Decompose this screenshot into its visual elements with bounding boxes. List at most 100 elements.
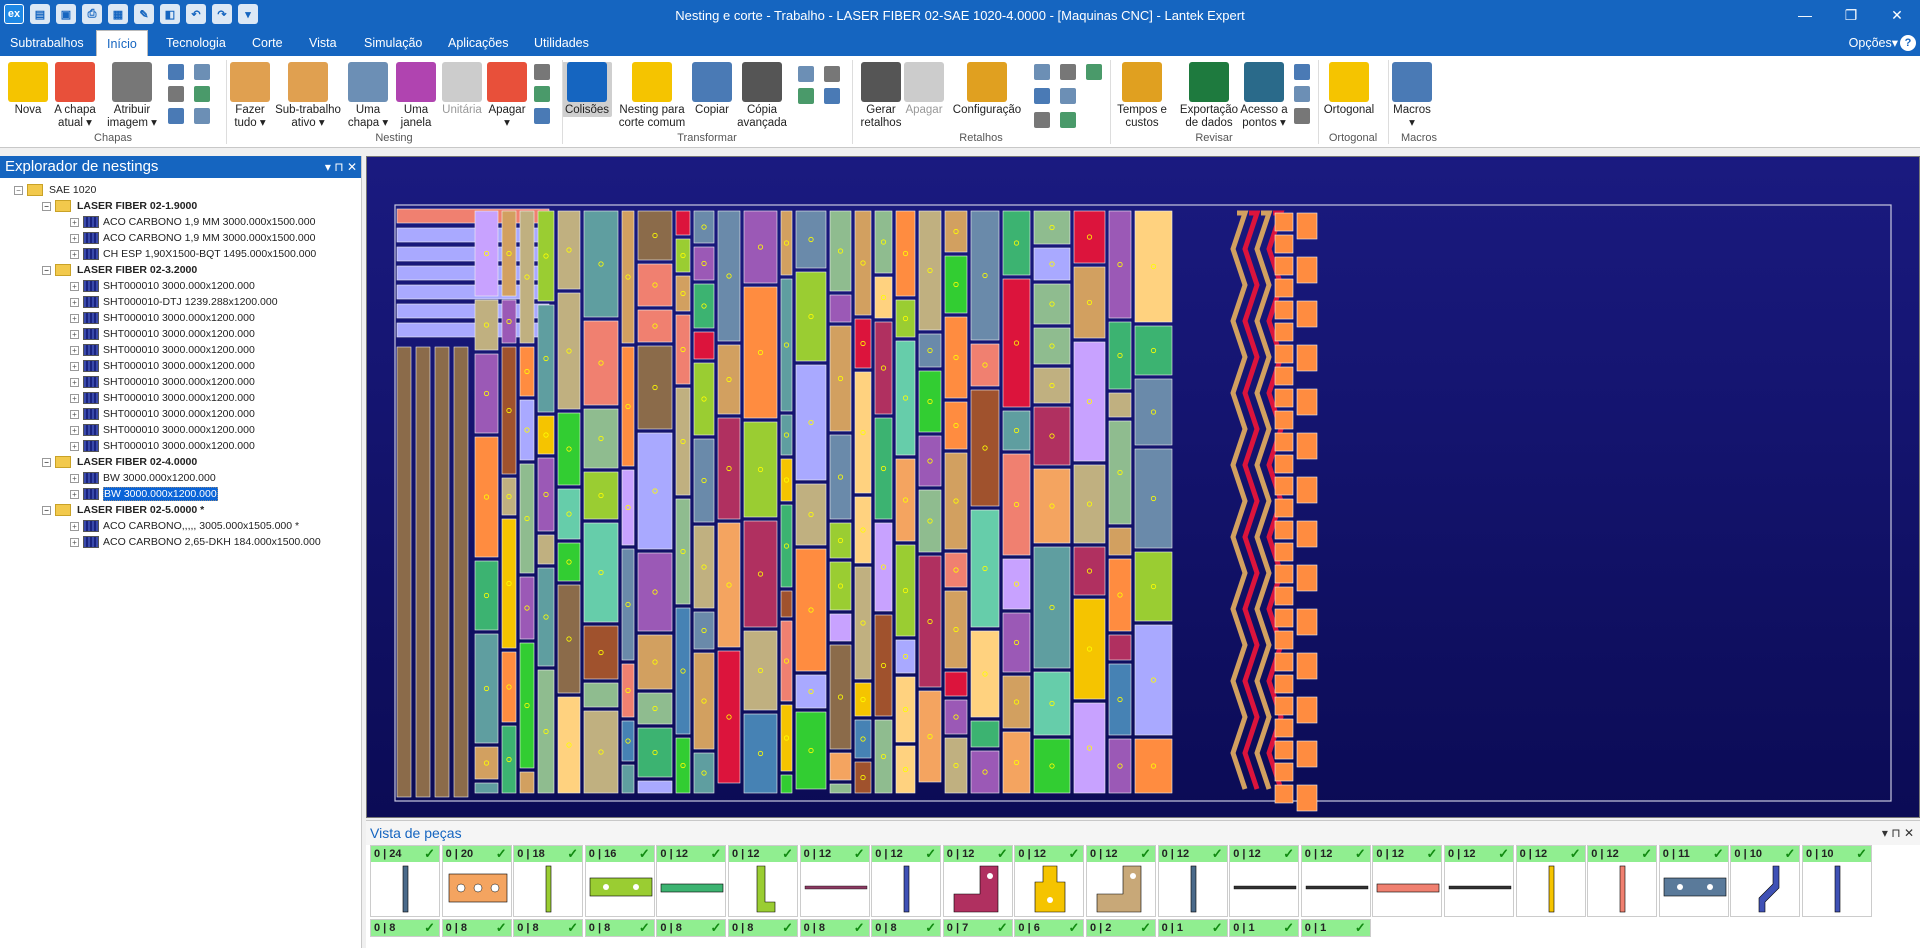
restore-button[interactable]: ❐ xyxy=(1828,0,1874,30)
nested-part[interactable] xyxy=(1073,464,1106,544)
nested-part[interactable] xyxy=(537,415,555,455)
small-tool-icon[interactable] xyxy=(194,108,210,124)
tree-root[interactable]: − SAE 1020 xyxy=(14,182,96,198)
nested-part[interactable] xyxy=(1073,266,1106,339)
nested-part[interactable] xyxy=(693,246,715,281)
expand-toggle[interactable]: + xyxy=(70,489,79,499)
nested-part[interactable] xyxy=(1296,344,1318,372)
part-thumbnail[interactable]: 0 | 8 ✓ xyxy=(370,919,440,937)
nested-part[interactable] xyxy=(918,690,942,783)
tab-utilidades[interactable]: Utilidades xyxy=(524,30,599,56)
small-tool-icon[interactable] xyxy=(1294,86,1310,102)
nested-part[interactable] xyxy=(1274,674,1294,694)
nested-part[interactable] xyxy=(583,522,619,623)
nested-part[interactable] xyxy=(1073,341,1106,462)
part-thumbnail[interactable]: 0 | 12 ✓ xyxy=(1014,845,1085,917)
part-thumbnail[interactable]: 0 | 10 ✓ xyxy=(1730,845,1801,917)
coins-button[interactable]: Tempos e custos xyxy=(1114,62,1170,130)
nested-part[interactable] xyxy=(637,727,673,778)
nested-part[interactable] xyxy=(637,263,673,307)
tab-aplicacoes[interactable]: Aplicações xyxy=(438,30,518,56)
nested-part[interactable] xyxy=(621,346,635,467)
minimize-button[interactable]: — xyxy=(1782,0,1828,30)
nested-part[interactable] xyxy=(519,642,535,769)
nested-part[interactable] xyxy=(780,704,793,772)
nested-part[interactable] xyxy=(675,314,691,385)
nested-part[interactable] xyxy=(895,299,916,338)
nested-part[interactable] xyxy=(1134,448,1173,549)
one-window-button[interactable]: Uma janela xyxy=(392,62,440,130)
nested-part[interactable] xyxy=(854,761,872,794)
expand-toggle[interactable]: + xyxy=(70,329,79,339)
collapse-toggle[interactable]: − xyxy=(14,185,23,195)
nested-part[interactable] xyxy=(1296,608,1318,636)
tree-sheet-item[interactable]: + ACO CARBONO 2,65-DKH 184.000x1500.000 xyxy=(70,534,321,550)
unitary-button[interactable]: Unitária xyxy=(440,62,484,117)
tab-inicio[interactable]: Início xyxy=(96,30,148,56)
nested-part[interactable] xyxy=(743,630,778,711)
nested-part[interactable] xyxy=(1274,784,1294,804)
part-thumbnail[interactable]: 0 | 24 ✓ xyxy=(370,845,440,917)
nested-part[interactable] xyxy=(780,504,793,588)
nested-part[interactable] xyxy=(944,552,968,588)
nested-part[interactable] xyxy=(1274,652,1294,672)
part-thumbnail[interactable]: 0 | 12 ✓ xyxy=(942,845,1013,917)
nested-part[interactable] xyxy=(854,682,872,717)
expand-toggle[interactable]: + xyxy=(70,345,79,355)
remnant-gear-button[interactable]: Gerar retalhos xyxy=(858,62,904,130)
nested-part[interactable] xyxy=(780,414,793,456)
small-tool-icon[interactable] xyxy=(1060,112,1076,128)
small-tool-icon[interactable] xyxy=(194,64,210,80)
nested-part[interactable] xyxy=(675,275,691,312)
nested-part[interactable] xyxy=(829,325,852,432)
nested-part[interactable] xyxy=(693,438,715,523)
tree-folder[interactable]: − LASER FIBER 02-4.0000 xyxy=(42,454,197,470)
nested-part[interactable] xyxy=(1033,283,1071,325)
nested-part[interactable] xyxy=(415,346,431,798)
nested-part[interactable] xyxy=(970,389,1000,507)
expand-toggle[interactable]: + xyxy=(70,473,79,483)
nested-part[interactable] xyxy=(1274,366,1294,386)
nested-part[interactable] xyxy=(474,436,499,558)
nested-part[interactable] xyxy=(780,458,793,502)
nested-part[interactable] xyxy=(519,346,535,397)
nested-part[interactable] xyxy=(537,304,555,413)
part-thumbnail[interactable]: 0 | 8 ✓ xyxy=(799,919,870,937)
nested-part[interactable] xyxy=(621,663,635,718)
part-thumbnail[interactable]: 0 | 10 ✓ xyxy=(1802,845,1872,917)
small-tool-icon[interactable] xyxy=(534,108,550,124)
nested-part[interactable] xyxy=(970,750,1000,794)
config-gear-button[interactable]: Configuração xyxy=(952,62,1022,117)
nested-part[interactable] xyxy=(780,620,793,702)
expand-toggle[interactable]: + xyxy=(70,297,79,307)
part-thumbnail[interactable]: 0 | 12 ✓ xyxy=(1515,845,1586,917)
collapse-toggle[interactable]: − xyxy=(42,201,51,211)
nested-part[interactable] xyxy=(795,210,827,269)
nested-part[interactable] xyxy=(1274,696,1294,716)
nested-part[interactable] xyxy=(1296,520,1318,548)
nested-part[interactable] xyxy=(970,630,1000,718)
tree-sheet-item[interactable]: + CH ESP 1,90X1500-BQT 1495.000x1500.000 xyxy=(70,246,316,262)
nested-part[interactable] xyxy=(474,210,499,297)
part-thumbnail[interactable]: 0 | 1 ✓ xyxy=(1229,919,1300,937)
parts-panel-controls[interactable]: ▾ ⊓ ✕ xyxy=(1882,821,1914,845)
nested-part[interactable] xyxy=(795,548,827,672)
nested-part[interactable] xyxy=(795,674,827,709)
expand-toggle[interactable]: + xyxy=(70,313,79,323)
nested-part[interactable] xyxy=(1134,210,1173,323)
nested-part[interactable] xyxy=(743,286,778,419)
nested-part[interactable] xyxy=(854,566,872,680)
small-tool-icon[interactable] xyxy=(1060,88,1076,104)
nested-part[interactable] xyxy=(1296,256,1318,284)
part-thumbnail[interactable]: 0 | 11 ✓ xyxy=(1658,845,1729,917)
part-thumbnail[interactable]: 0 | 12 ✓ xyxy=(1444,845,1514,917)
nested-part[interactable] xyxy=(795,271,827,362)
small-tool-icon[interactable] xyxy=(1034,64,1050,80)
nested-part[interactable] xyxy=(474,746,499,780)
nested-part[interactable] xyxy=(1274,718,1294,738)
one-sheet-button[interactable]: Uma chapa ▾ xyxy=(344,62,392,130)
nested-part[interactable] xyxy=(918,489,942,553)
nested-part[interactable] xyxy=(874,276,893,319)
part-thumbnail[interactable]: 0 | 20 ✓ xyxy=(441,845,512,917)
nested-part[interactable] xyxy=(519,771,535,794)
